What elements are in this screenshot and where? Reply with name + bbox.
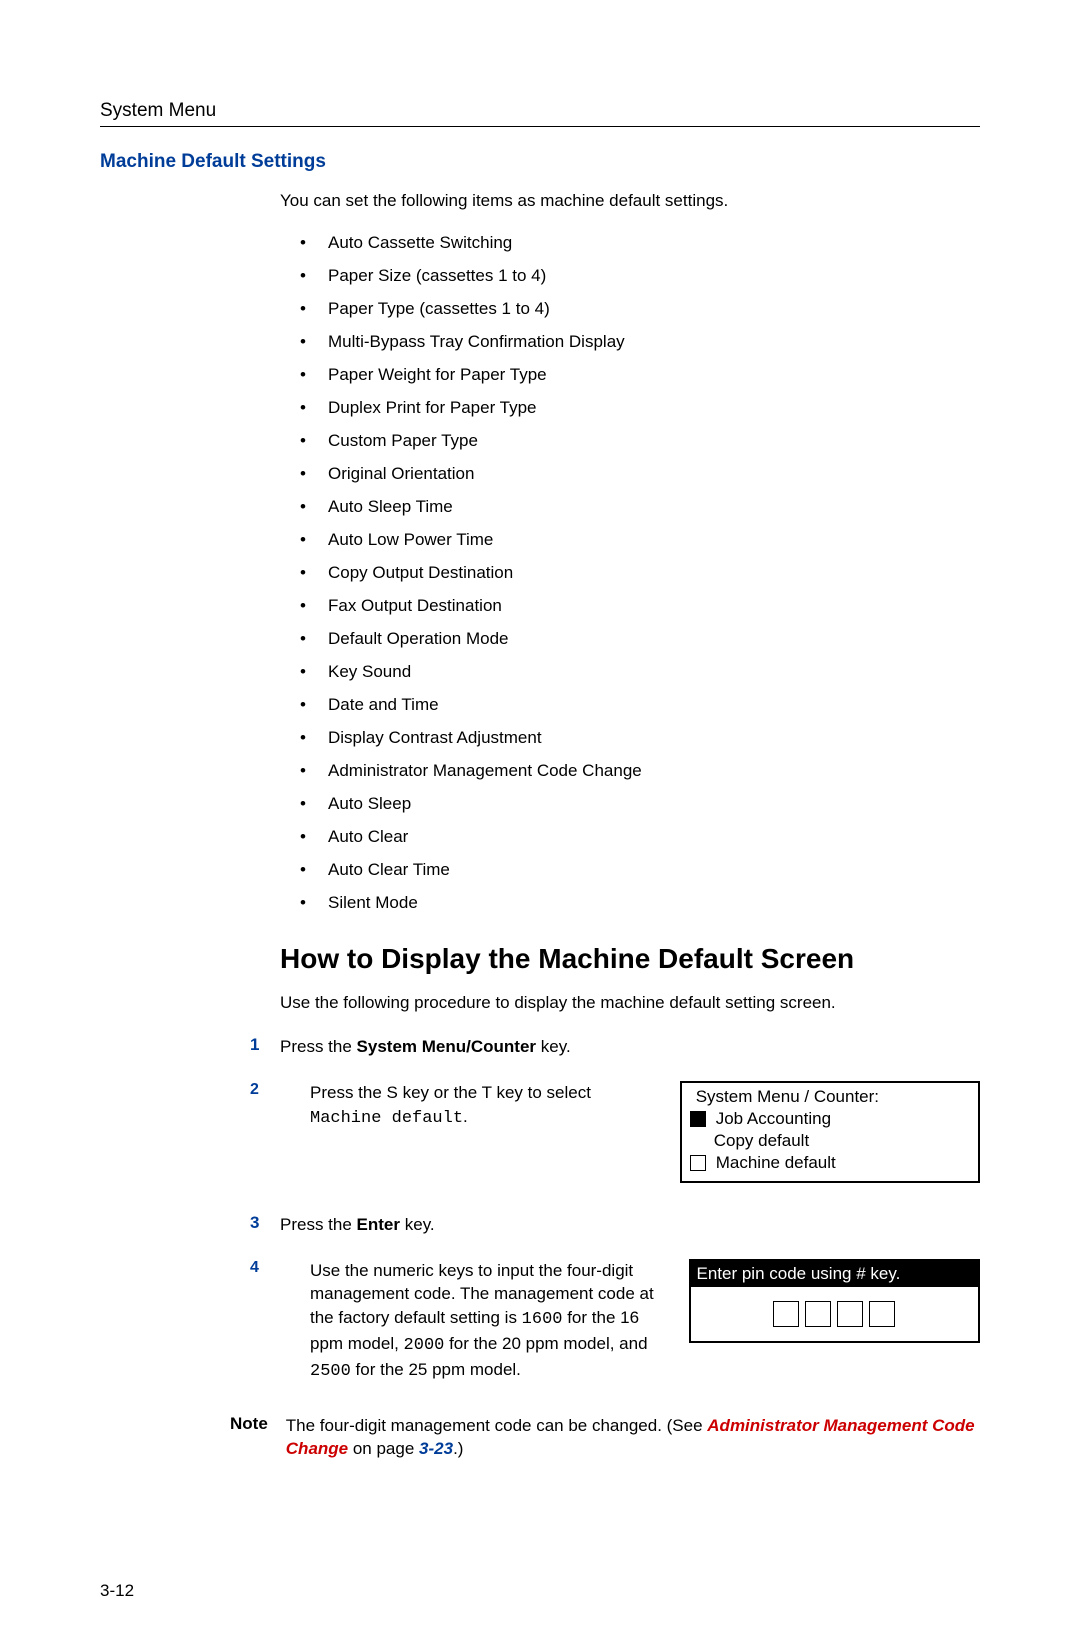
step-text: Press the S key or the T key to select (310, 1083, 591, 1102)
list-item: Default Operation Mode (300, 629, 980, 649)
settings-list: Auto Cassette Switching Paper Size (cass… (300, 233, 980, 913)
list-item: Original Orientation (300, 464, 980, 484)
note-body: The four-digit management code can be ch… (286, 1414, 980, 1462)
step-body: Press the System Menu/Counter key. (280, 1035, 980, 1059)
list-item: Paper Weight for Paper Type (300, 365, 980, 385)
page-header: System Menu (100, 100, 980, 122)
list-item: Auto Cassette Switching (300, 233, 980, 253)
list-item: Paper Type (cassettes 1 to 4) (300, 299, 980, 319)
step-2: 2 Press the S key or the T key to select… (250, 1081, 980, 1183)
subsection-title: How to Display the Machine Default Scree… (280, 943, 980, 975)
procedure-intro: Use the following procedure to display t… (280, 993, 980, 1013)
pin-digit-box (773, 1301, 799, 1327)
pin-digit-box (805, 1301, 831, 1327)
note-text: .) (453, 1439, 463, 1458)
step-text: for the 20 ppm model, and (444, 1334, 647, 1353)
list-item: Date and Time (300, 695, 980, 715)
step-mono: 2500 (310, 1362, 351, 1381)
lcd-item: Machine default (716, 1153, 836, 1173)
lcd-item: Copy default (714, 1131, 809, 1151)
list-item: Duplex Print for Paper Type (300, 398, 980, 418)
list-item: Key Sound (300, 662, 980, 682)
list-item: Custom Paper Type (300, 431, 980, 451)
list-item: Paper Size (cassettes 1 to 4) (300, 266, 980, 286)
list-item: Administrator Management Code Change (300, 761, 980, 781)
step-text: Press the (280, 1037, 357, 1056)
pin-digit-box (837, 1301, 863, 1327)
step-number: 1 (250, 1035, 280, 1055)
lcd-item: Job Accounting (716, 1109, 831, 1129)
document-page: System Menu Machine Default Settings You… (0, 0, 1080, 1641)
list-item: Auto Sleep (300, 794, 980, 814)
lcd-display: System Menu / Counter: Job Accounting Co… (680, 1081, 980, 1183)
selection-marker-icon (690, 1111, 706, 1127)
pin-entry-row (691, 1287, 979, 1341)
step-text: key. (400, 1215, 435, 1234)
lcd-row: Copy default (690, 1131, 970, 1151)
step-key: System Menu/Counter (357, 1037, 536, 1056)
lcd-row: Machine default (690, 1153, 970, 1173)
list-item: Copy Output Destination (300, 563, 980, 583)
step-mono: Machine default (310, 1109, 463, 1128)
list-item: Auto Sleep Time (300, 497, 980, 517)
list-item: Auto Clear (300, 827, 980, 847)
step-number: 2 (250, 1081, 280, 1099)
list-item: Silent Mode (300, 893, 980, 913)
list-item: Auto Clear Time (300, 860, 980, 880)
step-3: 3 Press the Enter key. (250, 1213, 980, 1237)
note-label: Note (230, 1414, 268, 1462)
list-item: Display Contrast Adjustment (300, 728, 980, 748)
note-text: The four-digit management code can be ch… (286, 1416, 708, 1435)
page-number: 3-12 (100, 1581, 980, 1601)
note-block: Note The four-digit management code can … (230, 1414, 980, 1462)
lcd-row: Job Accounting (690, 1109, 970, 1129)
step-body: Press the S key or the T key to select M… (310, 1081, 650, 1131)
note-text: on page (348, 1439, 419, 1458)
step-mono: 1600 (522, 1310, 563, 1329)
step-text: for the 25 ppm model. (351, 1360, 521, 1379)
step-body: Press the Enter key. (280, 1213, 980, 1237)
step-4: 4 Use the numeric keys to input the four… (250, 1259, 980, 1384)
list-item: Fax Output Destination (300, 596, 980, 616)
step-text: Press the (280, 1215, 357, 1234)
step-key: Enter (357, 1215, 400, 1234)
section-intro: You can set the following items as machi… (280, 191, 980, 211)
step-number: 3 (250, 1213, 280, 1233)
step-text: . (463, 1107, 468, 1126)
selection-marker-icon (690, 1155, 706, 1171)
step-body: Use the numeric keys to input the four-d… (310, 1259, 659, 1384)
list-item: Multi-Bypass Tray Confirmation Display (300, 332, 980, 352)
pin-digit-box (869, 1301, 895, 1327)
pin-header: Enter pin code using # key. (691, 1261, 979, 1287)
section-title: Machine Default Settings (100, 151, 980, 173)
step-text: key. (536, 1037, 571, 1056)
step-mono: 2000 (404, 1336, 445, 1355)
page-reference-link[interactable]: 3-23 (419, 1439, 453, 1458)
step-number: 4 (250, 1259, 280, 1277)
pin-display: Enter pin code using # key. (689, 1259, 981, 1343)
step-1: 1 Press the System Menu/Counter key. (250, 1035, 980, 1059)
lcd-title: System Menu / Counter: (696, 1087, 970, 1107)
header-divider (100, 126, 980, 127)
list-item: Auto Low Power Time (300, 530, 980, 550)
